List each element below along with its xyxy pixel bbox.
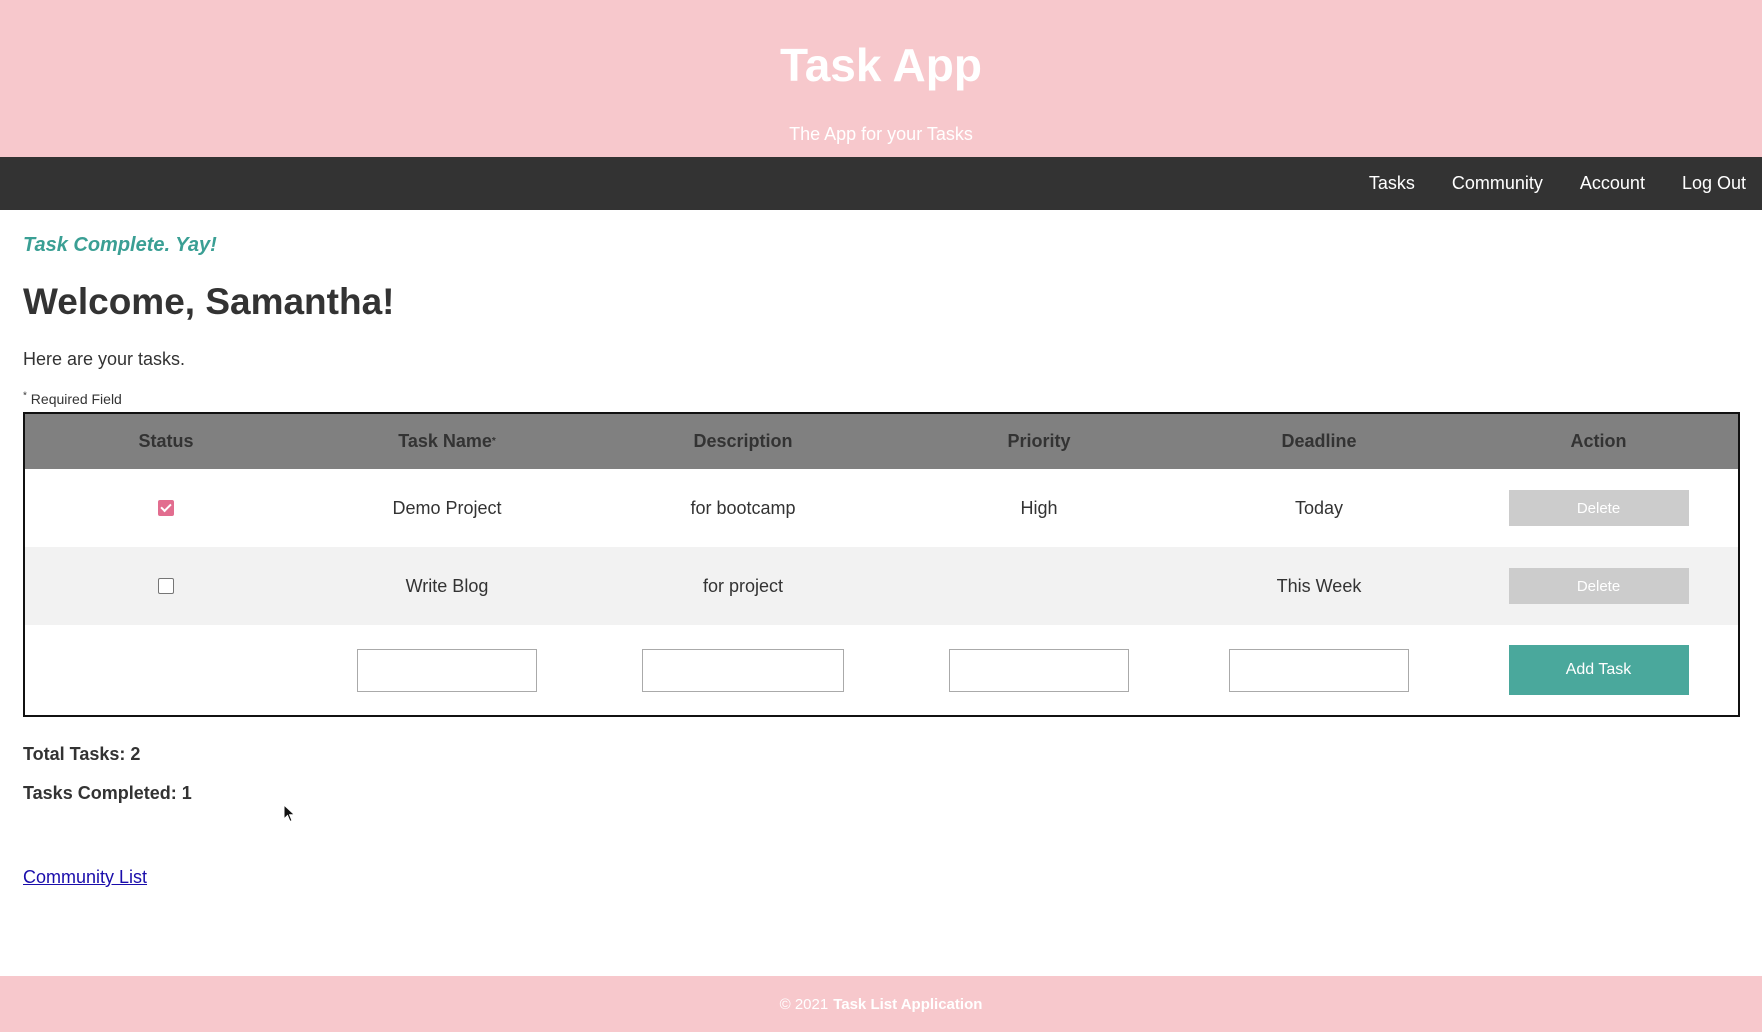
new-task-priority-cell xyxy=(899,625,1179,715)
page-title: Welcome, Samantha! xyxy=(23,281,395,322)
task-priority-cell xyxy=(899,547,1179,625)
add-task-cell: Add Task xyxy=(1459,625,1738,715)
column-header-action: Action xyxy=(1570,431,1627,451)
task-priority-cell: High xyxy=(1020,497,1058,518)
total-tasks-count: Total Tasks: 2 xyxy=(23,744,141,764)
status-cell-empty xyxy=(25,625,307,715)
column-header-description: Description xyxy=(693,431,793,451)
column-header-task-name-label: Task Name xyxy=(398,431,492,451)
task-description-cell: for project xyxy=(702,575,784,596)
app-title: Task App xyxy=(780,39,982,91)
column-header-status: Status xyxy=(138,431,194,451)
tasks-completed-count: Tasks Completed: 1 xyxy=(23,783,192,803)
task-description-cell: for bootcamp xyxy=(690,497,796,518)
status-cell xyxy=(25,547,307,625)
nav-item-account[interactable]: Account xyxy=(1580,173,1645,194)
table-header: Status Task Name * Description Priority D… xyxy=(25,414,1738,469)
intro-text: Here are your tasks. xyxy=(23,349,186,369)
new-task-description-cell xyxy=(587,625,899,715)
app-header: Task App The App for your Tasks xyxy=(0,0,1762,157)
add-task-button[interactable]: Add Task xyxy=(1508,645,1689,695)
delete-button[interactable]: Delete xyxy=(1508,568,1689,604)
nav-bar: Tasks Community Account Log Out xyxy=(0,157,1762,210)
required-field-note: * Required Field xyxy=(23,391,122,407)
flash-message: Task Complete. Yay! xyxy=(23,234,217,256)
task-deadline-cell: This Week xyxy=(1276,575,1362,596)
community-list-link[interactable]: Community List xyxy=(23,867,147,888)
nav-links: Tasks Community Account Log Out xyxy=(1369,157,1746,210)
task-complete-checkbox[interactable] xyxy=(158,578,174,594)
footer-brand: Task List Application xyxy=(833,995,983,1013)
new-task-row: Add Task xyxy=(25,625,1738,715)
task-name-cell: Demo Project xyxy=(392,497,502,518)
new-task-name-cell xyxy=(307,625,587,715)
task-complete-checkbox[interactable] xyxy=(158,500,174,516)
new-task-deadline-input[interactable] xyxy=(1229,648,1409,692)
new-task-name-input[interactable] xyxy=(357,648,537,692)
required-marker: * xyxy=(23,390,27,402)
task-name-cell: Write Blog xyxy=(405,575,489,596)
nav-item-log-out[interactable]: Log Out xyxy=(1682,173,1746,194)
footer-copyright: © 2021 xyxy=(779,995,829,1013)
status-cell xyxy=(25,469,307,547)
column-header-task-name: Task Name * xyxy=(398,431,496,451)
delete-button[interactable]: Delete xyxy=(1508,490,1689,526)
column-header-deadline: Deadline xyxy=(1281,431,1357,451)
new-task-priority-input[interactable] xyxy=(949,648,1129,692)
column-header-priority: Priority xyxy=(1007,431,1071,451)
required-note-text: Required Field xyxy=(30,391,122,407)
tasks-table: Status Task Name * Description Priority D… xyxy=(23,412,1740,717)
table-row: Write Blog for project This Week Delete xyxy=(25,547,1738,625)
app-tagline: The App for your Tasks xyxy=(789,124,973,144)
action-cell: Delete xyxy=(1459,469,1738,547)
page-footer: © 2021 Task List Application xyxy=(0,976,1762,1032)
action-cell: Delete xyxy=(1459,547,1738,625)
new-task-deadline-cell xyxy=(1179,625,1459,715)
mouse-cursor-icon xyxy=(283,804,296,823)
table-row: Demo Project for bootcamp High Today Del… xyxy=(25,469,1738,547)
new-task-description-input[interactable] xyxy=(642,648,844,692)
nav-item-tasks[interactable]: Tasks xyxy=(1369,173,1415,194)
nav-item-community[interactable]: Community xyxy=(1452,173,1543,194)
task-deadline-cell: Today xyxy=(1294,497,1344,518)
